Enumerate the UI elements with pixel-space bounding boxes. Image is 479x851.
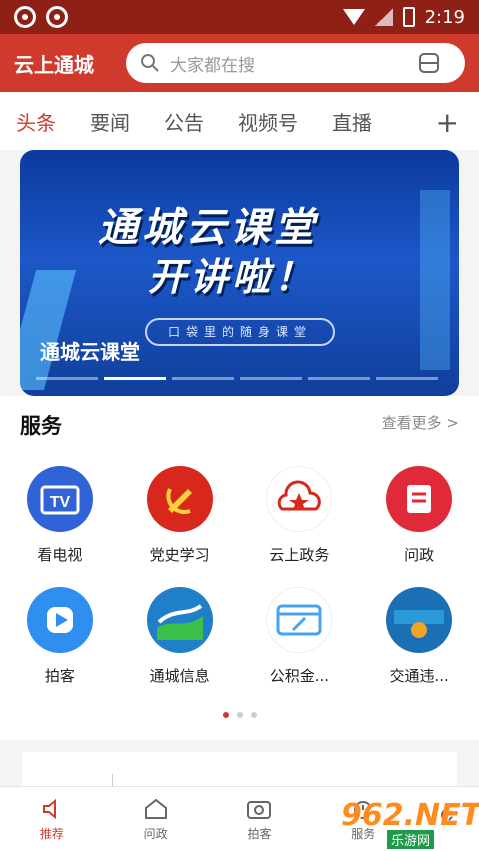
pager-dot-active[interactable] (222, 712, 229, 718)
service-reporter[interactable]: 拍客 (0, 587, 120, 686)
traffic-violation-icon (386, 587, 453, 653)
nav-label: 问政 (143, 826, 168, 841)
service-label: 问政 (404, 546, 435, 564)
service-tongcheng-info[interactable]: 通城信息 (120, 587, 240, 686)
search-icon (141, 54, 159, 72)
tab-announcements[interactable]: 公告 (164, 107, 204, 136)
banner-pager (36, 377, 438, 380)
watermark-brand: 962.NET (341, 798, 479, 833)
banner-dot[interactable] (308, 377, 370, 380)
battery-icon (402, 7, 415, 27)
tab-headlines[interactable]: 头条 (16, 107, 56, 136)
party-emblem-icon (146, 466, 213, 532)
speaker-icon (42, 798, 56, 819)
document-icon (386, 466, 453, 532)
service-watch-tv[interactable]: TV 看电视 (0, 466, 120, 565)
banner-subtitle: 口袋里的随身课堂 (145, 318, 335, 346)
service-housing-fund[interactable]: 公积金... (240, 587, 360, 686)
view-more-link[interactable]: 查看更多 > (382, 412, 459, 433)
tab-live[interactable]: 直播 (332, 107, 372, 136)
banner-dot[interactable] (172, 377, 234, 380)
watermark-subtitle: 乐游网 (387, 830, 435, 849)
nav-inquiry[interactable]: 问政 (116, 797, 196, 842)
home-icon (144, 798, 167, 819)
nav-label: 推荐 (39, 826, 64, 841)
channel-tabs: 头条 要闻 公告 视频号 直播 + (0, 92, 479, 150)
service-party-history[interactable]: 党史学习 (120, 466, 240, 565)
services-pager (0, 712, 479, 718)
tv-icon: TV (26, 466, 93, 532)
banner-carousel[interactable]: 通城云课堂 开讲啦！ 口袋里的随身课堂 通城云课堂 (20, 150, 459, 396)
notification-icon (14, 6, 36, 28)
service-label: 通城信息 (149, 667, 210, 685)
app-title: 云上通城 (14, 52, 94, 77)
banner-dot[interactable] (240, 377, 302, 380)
status-time: 2:19 (424, 6, 465, 28)
service-traffic-violation[interactable]: 交通违... (359, 587, 479, 686)
banner-decoration (420, 190, 450, 370)
service-label: 云上政务 (269, 546, 330, 564)
service-label: 看电视 (37, 546, 83, 564)
banner-caption: 通城云课堂 (40, 340, 140, 364)
services-grid: TV 看电视 党史学习 云上政务 问政 拍客 通城信息 公积金... 交通违..… (0, 466, 479, 686)
camera-icon (247, 800, 272, 819)
tab-video[interactable]: 视频号 (238, 107, 298, 136)
landscape-icon (146, 587, 213, 653)
service-label: 拍客 (44, 667, 75, 685)
status-bar: 2:19 (0, 0, 479, 34)
play-icon (26, 587, 93, 653)
service-inquiry[interactable]: 问政 (359, 466, 479, 565)
watermark-logo: 962.NET 乐游网 (341, 792, 479, 849)
search-input[interactable]: 大家都在搜 (126, 43, 465, 83)
banner-dot-active[interactable] (104, 377, 166, 380)
service-label: 党史学习 (149, 546, 210, 564)
nav-recommend[interactable]: 推荐 (12, 797, 92, 842)
card-icon (266, 587, 333, 653)
service-label: 交通违... (389, 667, 449, 685)
scan-icon[interactable] (417, 51, 441, 75)
banner-dot[interactable] (36, 377, 98, 380)
pager-dot[interactable] (250, 712, 257, 718)
pager-dot[interactable] (236, 712, 243, 718)
nav-reporter[interactable]: 拍客 (219, 797, 299, 842)
service-gov-affairs[interactable]: 云上政务 (240, 466, 360, 565)
banner-headline-2: 开讲啦！ (148, 255, 317, 299)
app-header: 云上通城 大家都在搜 (0, 34, 479, 92)
signal-icon (374, 8, 393, 26)
section-title: 服务 (20, 414, 62, 438)
banner-headline: 通城云课堂 (98, 205, 318, 251)
banner-decoration (20, 270, 77, 390)
svg-text:TV: TV (50, 494, 71, 511)
nav-label: 拍客 (247, 826, 272, 841)
services-section: 服务 查看更多 > TV 看电视 党史学习 云上政务 问政 拍客 通城信息 公积… (0, 396, 479, 740)
cloud-star-icon (266, 466, 333, 532)
notification-icon (46, 6, 68, 28)
tab-news[interactable]: 要闻 (90, 107, 130, 136)
service-label: 公积金... (269, 667, 330, 685)
search-placeholder: 大家都在搜 (170, 55, 255, 76)
wifi-icon (342, 9, 365, 25)
banner-dot[interactable] (376, 377, 438, 380)
add-channel-icon[interactable]: + (436, 106, 459, 139)
